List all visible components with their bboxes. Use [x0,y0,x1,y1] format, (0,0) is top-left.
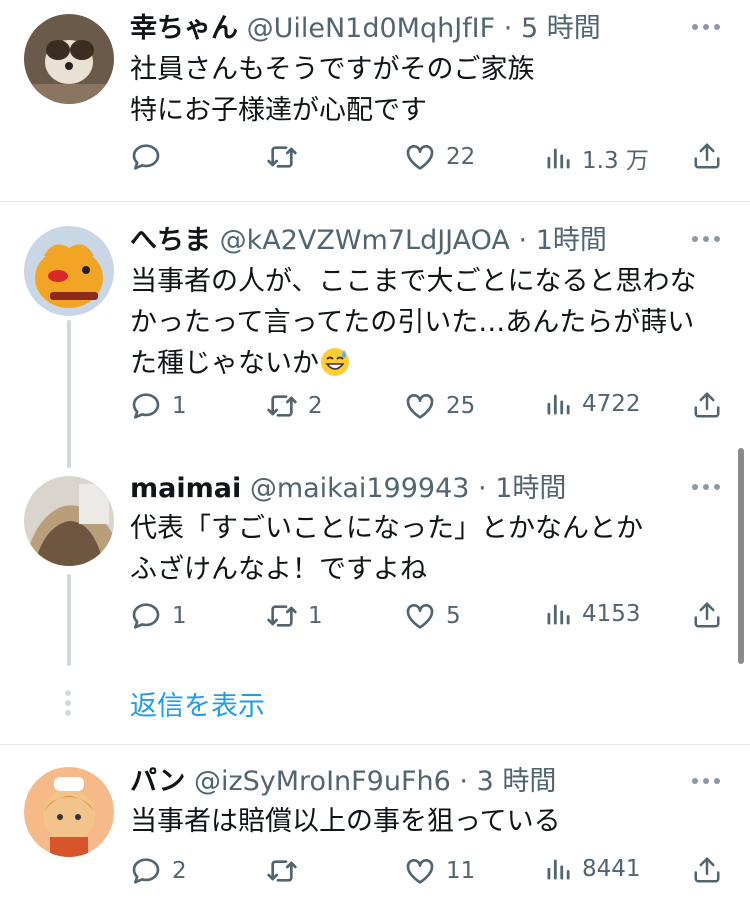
more-icon[interactable] [692,776,722,786]
share-icon [692,600,722,630]
tweet-actions: 22 1.3 万 [130,141,726,175]
reply-button[interactable]: 1 [130,600,187,632]
reply-button[interactable] [130,141,172,173]
like-icon [404,141,436,173]
handle[interactable]: @kA2VZWm7LdJJAOA [220,225,510,256]
separator: · [518,225,528,256]
view-count: 1.3 万 [582,148,649,174]
avatar[interactable] [24,767,114,857]
retweet-icon [266,141,298,173]
sweat-smile-emoji [319,346,351,390]
tweet-text: 社員さんもそうですがそのご家族 特にお子様達が心配です [130,54,535,126]
handle[interactable]: @UileN1d0MqhJfIF [247,13,496,44]
retweet-count: 1 [308,603,323,629]
display-name[interactable]: パン [130,766,185,797]
avatar[interactable] [24,226,114,316]
tweet[interactable]: パン @izSyMroInF9uFh6 · 3 時間 当事者は賠償以上の事を狙っ… [0,745,750,899]
share-button[interactable] [692,600,722,630]
like-button[interactable]: 25 [404,390,475,422]
thread-dots-icon [64,690,72,720]
retweet-button[interactable] [266,141,308,173]
display-name[interactable]: maimai [130,473,241,504]
separator: · [503,13,513,44]
like-count: 25 [446,393,476,419]
views-button[interactable]: 4722 [544,390,641,418]
more-icon[interactable] [692,482,722,492]
more-icon[interactable] [692,234,722,244]
timestamp[interactable]: 5 時間 [521,13,601,44]
separator: · [478,473,487,504]
share-button[interactable] [692,141,722,171]
avatar[interactable] [24,14,114,104]
like-button[interactable]: 22 [404,141,475,173]
like-icon [404,390,436,422]
retweet-button[interactable]: 2 [266,390,323,422]
scrollbar[interactable] [738,448,744,664]
views-button[interactable]: 8441 [544,855,641,883]
handle[interactable]: @maikai199943 [250,473,470,504]
tweet-header: 幸ちゃん @UileN1d0MqhJfIF · 5 時間 [130,12,601,46]
view-count: 8441 [582,856,641,882]
avatar[interactable] [24,476,114,566]
tweet-header: maimai @maikai199943 · 1時間 [130,472,566,506]
share-icon [692,141,722,171]
reply-icon [130,141,162,173]
share-button[interactable] [692,855,722,885]
like-icon [404,600,436,632]
tweet-header: パン @izSyMroInF9uFh6 · 3 時間 [130,765,556,799]
like-button[interactable]: 5 [404,600,461,632]
tweet-text: 当事者は賠償以上の事を狙っている [130,806,561,837]
retweet-button[interactable]: 1 [266,600,323,632]
tweet-header: へちま @kA2VZWm7LdJJAOA · 1時間 [130,224,607,258]
tweet-actions: 2 11 8441 [130,855,726,889]
like-count: 22 [446,144,476,170]
view-count: 4722 [582,391,641,417]
tweet[interactable]: 幸ちゃん @UileN1d0MqhJfIF · 5 時間 社員さんもそうですがそ… [0,0,750,200]
tweet-text: 代表「すごいことになった」とかなんとか ふざけんなよ！ですよね [130,513,643,585]
like-icon [404,855,436,887]
retweet-icon [266,390,298,422]
views-icon [544,855,572,883]
reply-icon [130,390,162,422]
reply-count: 2 [172,858,187,884]
reply-icon [130,600,162,632]
tweet-text-content: 当事者の人が、ここまで大ごとになると思わな かったって言ってたの引いた…あんたら… [130,266,697,379]
tweet-actions: 1 2 25 4722 [130,390,726,424]
display-name[interactable]: 幸ちゃん [130,13,238,44]
views-button[interactable]: 4153 [544,600,641,628]
retweet-count: 2 [308,393,323,419]
timestamp[interactable]: 3 時間 [477,766,557,797]
timestamp[interactable]: 1時間 [536,225,607,256]
share-icon [692,855,722,885]
like-button[interactable]: 11 [404,855,475,887]
show-replies-link[interactable]: 返信を表示 [130,684,265,723]
timestamp[interactable]: 1時間 [495,473,566,504]
views-icon [544,144,572,172]
share-button[interactable] [692,390,722,420]
retweet-icon [266,855,298,887]
more-icon[interactable] [692,22,722,32]
views-icon [544,390,572,418]
reply-count: 1 [172,603,187,629]
tweet[interactable]: へちま @kA2VZWm7LdJJAOA · 1時間 当事者の人が、ここまで大ご… [0,202,750,442]
retweet-icon [266,600,298,632]
tweet-actions: 1 1 5 4153 [130,600,726,634]
tweet-text: 当事者の人が、ここまで大ごとになると思わな かったって言ってたの引いた…あんたら… [130,261,730,390]
reply-icon [130,855,162,887]
view-count: 4153 [582,601,641,627]
handle[interactable]: @izSyMroInF9uFh6 [194,766,451,797]
like-count: 5 [446,603,461,629]
tweet[interactable]: maimai @maikai199943 · 1時間 代表「すごいことになった」… [0,456,750,666]
reply-button[interactable]: 1 [130,390,187,422]
reply-button[interactable]: 2 [130,855,187,887]
reply-count: 1 [172,393,187,419]
like-count: 11 [446,858,476,884]
separator: · [459,766,468,797]
display-name[interactable]: へちま [130,225,211,256]
retweet-button[interactable] [266,855,308,887]
views-icon [544,600,572,628]
share-icon [692,390,722,420]
views-button[interactable]: 1.3 万 [544,141,649,175]
